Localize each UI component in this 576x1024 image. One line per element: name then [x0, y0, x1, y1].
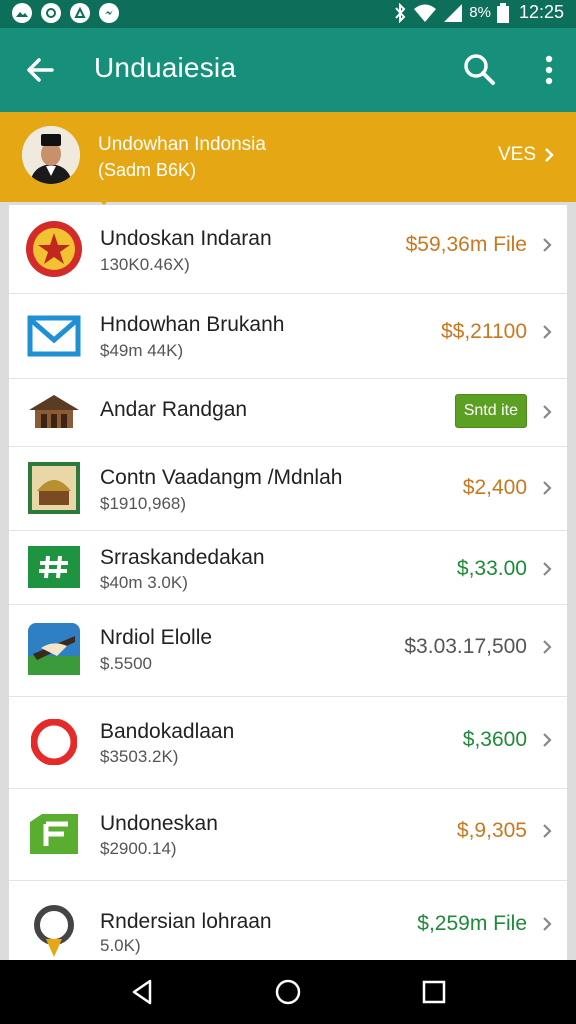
- bulb-icon: [25, 902, 83, 960]
- boat-icon: [25, 620, 83, 678]
- list-item-price: $3.03.17,500: [404, 635, 527, 658]
- mail-icon: [25, 307, 83, 365]
- app-title: Unduaiesia: [94, 52, 237, 83]
- wifi-icon: [414, 4, 437, 22]
- list-item-subtitle: $.5500: [100, 654, 152, 673]
- avatar: [22, 126, 80, 184]
- signal-icon: [444, 3, 463, 22]
- chevron-right-icon: [543, 325, 552, 339]
- battery-percent: 8%: [469, 4, 491, 21]
- record-icon: [25, 713, 83, 771]
- list-item-price: $,9,305: [456, 819, 527, 842]
- list-item[interactable]: Undoskan Indaran 130K0.46X) $59,36m File: [9, 205, 567, 294]
- app-bar: Unduaiesia: [0, 28, 576, 112]
- status-bar: 8% 12:25: [0, 0, 576, 28]
- list-item[interactable]: Undoneskan $2900.14) $,9,305: [9, 788, 567, 881]
- chevron-right-icon: [543, 238, 552, 252]
- nav-recents-icon[interactable]: [418, 976, 450, 1008]
- list-item-subtitle: $1910,968): [100, 494, 187, 513]
- list-item-subtitle: 5.0K): [100, 936, 141, 955]
- list-item-title: Andar Randgan: [100, 398, 248, 421]
- list-item-title: Undoskan Indaran: [100, 227, 272, 250]
- hashtag-icon: [25, 538, 83, 596]
- messenger-notification-icon: [99, 3, 119, 23]
- banner-action-button[interactable]: VES: [498, 144, 554, 166]
- photos-notification-icon: [70, 3, 90, 23]
- list-item-price: $2,400: [462, 476, 527, 499]
- battery-icon: [496, 2, 509, 23]
- list-item-price: $$,21100: [440, 320, 527, 343]
- list-item-price: $59,36m File: [405, 233, 527, 256]
- chevron-right-icon: [543, 917, 552, 931]
- list-item-title: Bandokadlaan: [100, 720, 235, 743]
- chevron-right-icon: [543, 481, 552, 495]
- list-item[interactable]: Bandokadlaan $3503.2K) $,3600: [9, 696, 567, 789]
- chevron-right-icon: [543, 405, 552, 419]
- nav-home-icon[interactable]: [272, 976, 304, 1008]
- list-item-title: Contn Vaadangm /Mdnlah: [100, 466, 343, 489]
- list-item-price: $,33.00: [456, 557, 527, 580]
- bluetooth-icon: [395, 2, 406, 23]
- folder-icon: [25, 805, 83, 863]
- house-icon: [25, 383, 83, 441]
- list-item-title: Rndersian lohraan: [100, 910, 272, 933]
- navigation-bar: [0, 960, 576, 1024]
- list-item-title: Srraskandedakan: [100, 546, 265, 569]
- banner-title: Undowhan Indonsia: [98, 134, 266, 155]
- chevron-right-icon: [543, 562, 552, 576]
- landmark-icon: [25, 459, 83, 517]
- chevron-right-icon: [543, 824, 552, 838]
- list-item-title: Undoneskan: [100, 812, 218, 835]
- list-item-title: Hndowhan Brukanh: [100, 313, 285, 336]
- clock: 12:25: [518, 2, 564, 22]
- list-item[interactable]: Nrdiol Elolle $.5500 $3.03.17,500: [9, 604, 567, 697]
- list-item-subtitle: 130K0.46X): [100, 255, 190, 274]
- list-item[interactable]: Andar Randgan Sntd ite: [9, 378, 567, 447]
- back-arrow-icon[interactable]: [24, 54, 56, 86]
- status-badge: Sntd ite: [454, 394, 527, 428]
- list-item-subtitle: $40m 3.0K): [100, 573, 188, 592]
- list-item[interactable]: Contn Vaadangm /Mdnlah $1910,968) $2,400: [9, 446, 567, 531]
- banner-subtitle: (Sadm B6K): [98, 160, 197, 180]
- list-item[interactable]: Srraskandedakan $40m 3.0K) $,33.00: [9, 530, 567, 605]
- list-item-subtitle: $2900.14): [100, 839, 177, 858]
- banner-action-label: VES: [497, 144, 536, 165]
- chevron-right-icon: [545, 148, 554, 162]
- search-icon[interactable]: [462, 52, 496, 86]
- list-item-subtitle: $3503.2K): [100, 747, 179, 766]
- nav-back-icon[interactable]: [126, 976, 158, 1008]
- banner-pointer: [95, 196, 113, 205]
- profile-banner[interactable]: Undowhan Indonsia (Sadm B6K) VES: [0, 112, 576, 202]
- emblem-icon: [25, 220, 83, 278]
- list-item-subtitle: $49m 44K): [100, 341, 184, 360]
- notification-icons: [12, 3, 119, 23]
- list-item[interactable]: Rndersian lohraan 5.0K) $,259m File: [9, 880, 567, 960]
- list-item-price: $,3600: [462, 728, 527, 751]
- list-item[interactable]: Hndowhan Brukanh $49m 44K) $$,21100: [9, 293, 567, 379]
- app-notification-icon: [41, 3, 61, 23]
- chevron-right-icon: [543, 733, 552, 747]
- list-item-title: Nrdiol Elolle: [100, 626, 213, 649]
- system-indicators: 8% 12:25: [393, 2, 564, 23]
- chevron-right-icon: [543, 640, 552, 654]
- app-list: Undoskan Indaran 130K0.46X) $59,36m File…: [9, 205, 567, 960]
- list-item-price: $,259m File: [417, 912, 527, 935]
- gallery-notification-icon: [12, 3, 32, 23]
- more-vert-icon[interactable]: [542, 54, 556, 86]
